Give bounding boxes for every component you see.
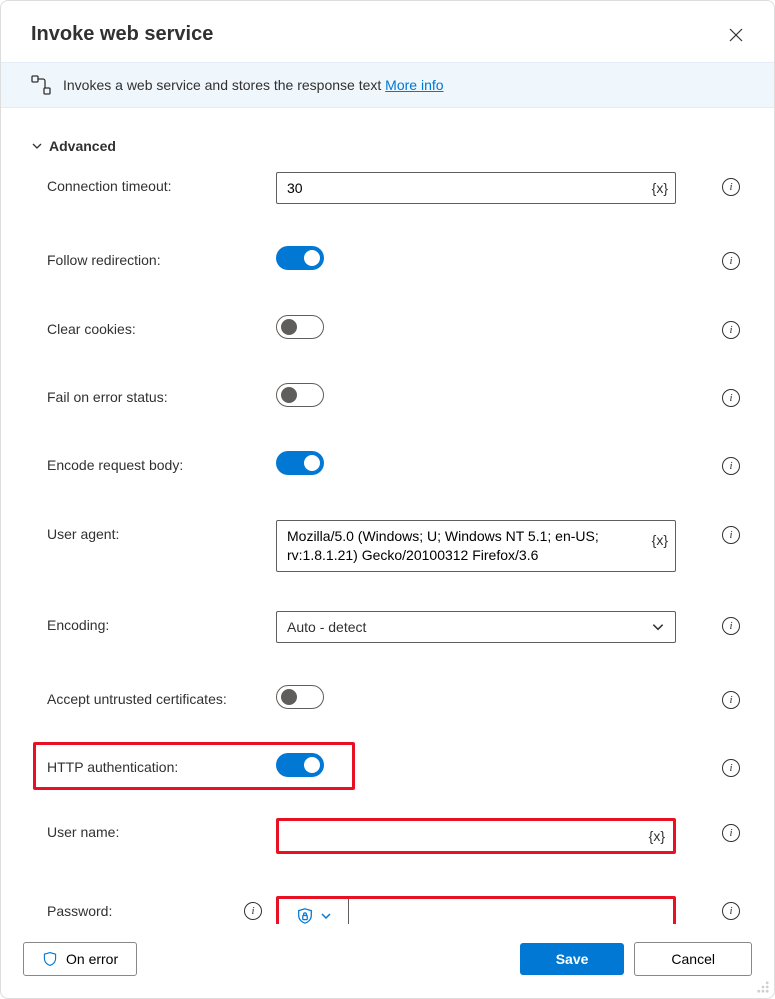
variable-picker-icon[interactable]: {x}: [652, 532, 668, 548]
info-icon[interactable]: i: [722, 526, 740, 544]
http-auth-toggle[interactable]: [276, 753, 324, 777]
dialog-header: Invoke web service: [1, 1, 774, 62]
on-error-label: On error: [66, 951, 118, 967]
password-input[interactable]: [349, 899, 673, 924]
advanced-label: Advanced: [49, 138, 116, 154]
label-password-text: Password:: [47, 903, 112, 919]
label-fail-on-error: Fail on error status:: [31, 383, 276, 405]
invoke-web-service-dialog: Invoke web service Invokes a web service…: [0, 0, 775, 999]
label-accept-untrusted: Accept untrusted certificates:: [31, 685, 276, 707]
row-connection-timeout: Connection timeout: {x} i: [31, 172, 744, 204]
row-follow-redirection: Follow redirection: i: [31, 246, 744, 273]
row-user-agent: User agent: {x} i: [31, 520, 744, 575]
label-clear-cookies: Clear cookies:: [31, 315, 276, 337]
row-http-auth: HTTP authentication: i: [31, 753, 744, 780]
label-encode-body: Encode request body:: [31, 451, 276, 473]
info-icon[interactable]: i: [722, 902, 740, 920]
info-icon[interactable]: i: [722, 691, 740, 709]
cancel-button[interactable]: Cancel: [634, 942, 752, 976]
label-http-auth: HTTP authentication:: [31, 753, 276, 775]
row-accept-untrusted: Accept untrusted certificates: i: [31, 685, 744, 711]
info-icon[interactable]: i: [722, 321, 740, 339]
description-banner: Invokes a web service and stores the res…: [1, 62, 774, 108]
row-username: User name: {x} i: [31, 818, 744, 854]
form-body[interactable]: Advanced Connection timeout: {x} i Follo…: [1, 108, 774, 924]
info-icon[interactable]: i: [244, 902, 262, 920]
user-agent-input[interactable]: [276, 520, 676, 572]
dialog-footer: On error Save Cancel: [1, 924, 774, 998]
follow-redirection-toggle[interactable]: [276, 246, 324, 270]
row-encoding: Encoding: Auto - detect i: [31, 611, 744, 643]
info-icon[interactable]: i: [722, 759, 740, 777]
variable-picker-icon[interactable]: {x}: [649, 828, 665, 844]
highlight-password: [276, 896, 676, 924]
more-info-link[interactable]: More info: [385, 77, 443, 93]
banner-text: Invokes a web service and stores the res…: [63, 77, 444, 93]
password-mode-dropdown[interactable]: [279, 899, 349, 924]
info-icon[interactable]: i: [722, 617, 740, 635]
flow-icon: [31, 75, 51, 95]
on-error-button[interactable]: On error: [23, 942, 137, 976]
chevron-down-icon: [651, 620, 665, 634]
row-password: Password: i: [31, 896, 744, 924]
info-icon[interactable]: i: [722, 457, 740, 475]
connection-timeout-input[interactable]: [276, 172, 676, 204]
dialog-title: Invoke web service: [31, 23, 213, 46]
username-input[interactable]: [279, 821, 673, 851]
encode-body-toggle[interactable]: [276, 451, 324, 475]
label-connection-timeout: Connection timeout:: [31, 172, 276, 194]
encoding-value: Auto - detect: [287, 619, 366, 635]
label-follow-redirection: Follow redirection:: [31, 246, 276, 268]
info-icon[interactable]: i: [722, 824, 740, 842]
chevron-down-icon: [31, 140, 43, 152]
label-encoding: Encoding:: [31, 611, 276, 633]
resize-grip-icon[interactable]: [756, 980, 770, 994]
info-icon[interactable]: i: [722, 389, 740, 407]
encoding-select[interactable]: Auto - detect: [276, 611, 676, 643]
shield-lock-icon: [296, 907, 314, 924]
row-clear-cookies: Clear cookies: i: [31, 315, 744, 341]
label-password: Password: i: [31, 896, 276, 920]
info-icon[interactable]: i: [722, 178, 740, 196]
chevron-down-icon: [320, 910, 332, 922]
clear-cookies-toggle[interactable]: [276, 315, 324, 339]
row-fail-on-error: Fail on error status: i: [31, 383, 744, 409]
save-button[interactable]: Save: [520, 943, 625, 975]
highlight-username: {x}: [276, 818, 676, 854]
label-username: User name:: [31, 818, 276, 840]
close-icon[interactable]: [726, 25, 746, 45]
shield-icon: [42, 951, 58, 967]
advanced-section-toggle[interactable]: Advanced: [31, 138, 744, 154]
banner-desc: Invokes a web service and stores the res…: [63, 77, 381, 93]
row-encode-body: Encode request body: i: [31, 451, 744, 478]
label-user-agent: User agent:: [31, 520, 276, 542]
info-icon[interactable]: i: [722, 252, 740, 270]
fail-on-error-toggle[interactable]: [276, 383, 324, 407]
variable-picker-icon[interactable]: {x}: [652, 180, 668, 196]
accept-untrusted-toggle[interactable]: [276, 685, 324, 709]
